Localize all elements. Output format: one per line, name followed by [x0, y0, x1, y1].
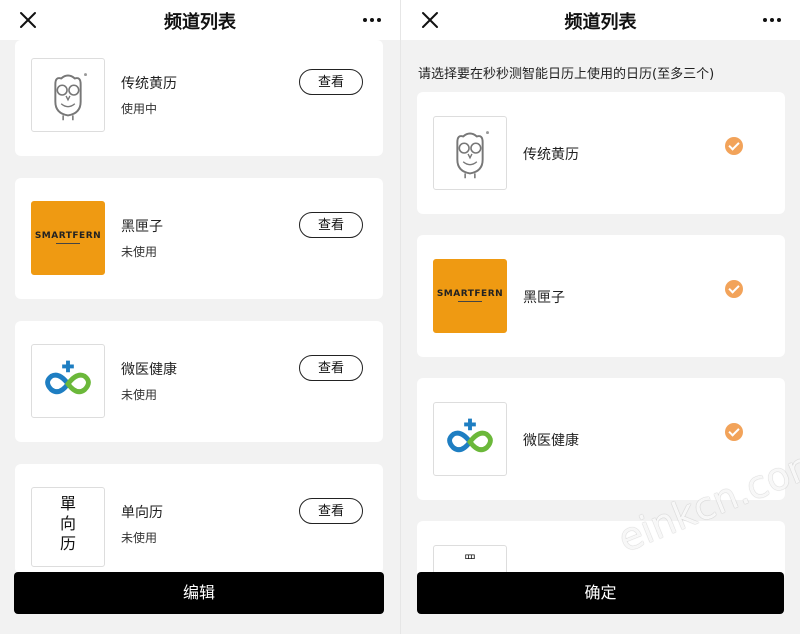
checkmark-icon[interactable] [725, 423, 743, 441]
nav-bar: 频道列表 [401, 0, 800, 40]
edit-button[interactable]: 编辑 [14, 572, 384, 614]
channel-status: 未使用 [121, 531, 158, 545]
channel-card[interactable]: 單向历 单向历 未使用 查看 [15, 464, 383, 574]
smartfern-logo: SMARTFERN [31, 201, 105, 275]
channel-name: 传统黄历 [121, 76, 177, 92]
view-button[interactable]: 查看 [299, 69, 363, 95]
channel-status: 使用中 [121, 102, 158, 116]
channel-status: 未使用 [121, 388, 158, 402]
owl-logo [31, 58, 105, 132]
weiyi-logo [31, 344, 105, 418]
channel-name: 黑匣子 [121, 219, 163, 235]
more-icon[interactable] [360, 8, 384, 32]
channel-list-screen: 频道列表 传统黄历 使用中 查看 SMARTFERN 黑匣子 未使用 查看 微医… [0, 0, 400, 634]
view-button[interactable]: 查看 [299, 212, 363, 238]
more-icon[interactable] [760, 8, 784, 32]
page-title: 频道列表 [564, 12, 637, 33]
checkmark-icon[interactable] [725, 137, 743, 155]
instruction-text: 请选择要在秒秒测智能日历上使用的日历(至多三个) [418, 67, 715, 82]
channel-card[interactable]: 微医健康 未使用 查看 [15, 321, 383, 442]
channel-name: 传统黄历 [523, 147, 579, 163]
view-button[interactable]: 查看 [299, 498, 363, 524]
channel-status: 未使用 [121, 245, 158, 259]
smartfern-logo: SMARTFERN [433, 259, 507, 333]
channel-name: 微医健康 [121, 362, 177, 378]
channel-option[interactable]: 传统黄历 [417, 92, 785, 214]
channel-select-screen: 频道列表 请选择要在秒秒测智能日历上使用的日历(至多三个) 传统黄历 SMART… [400, 0, 800, 634]
view-button[interactable]: 查看 [299, 355, 363, 381]
nav-bar: 频道列表 [0, 0, 400, 40]
owl-logo [433, 116, 507, 190]
channel-name: 单向历 [121, 505, 163, 521]
checkmark-icon[interactable] [725, 280, 743, 298]
weiyi-logo [433, 402, 507, 476]
channel-card[interactable]: SMARTFERN 黑匣子 未使用 查看 [15, 178, 383, 299]
confirm-button[interactable]: 确定 [417, 572, 784, 614]
channel-card[interactable]: 传统黄历 使用中 查看 [15, 40, 383, 156]
page-title: 频道列表 [164, 12, 236, 33]
channel-option[interactable]: SMARTFERN 黑匣子 [417, 235, 785, 357]
danxiang-logo: 單向历 [31, 487, 105, 567]
channel-name: 黑匣子 [523, 290, 565, 306]
channel-name: 微医健康 [523, 433, 579, 449]
